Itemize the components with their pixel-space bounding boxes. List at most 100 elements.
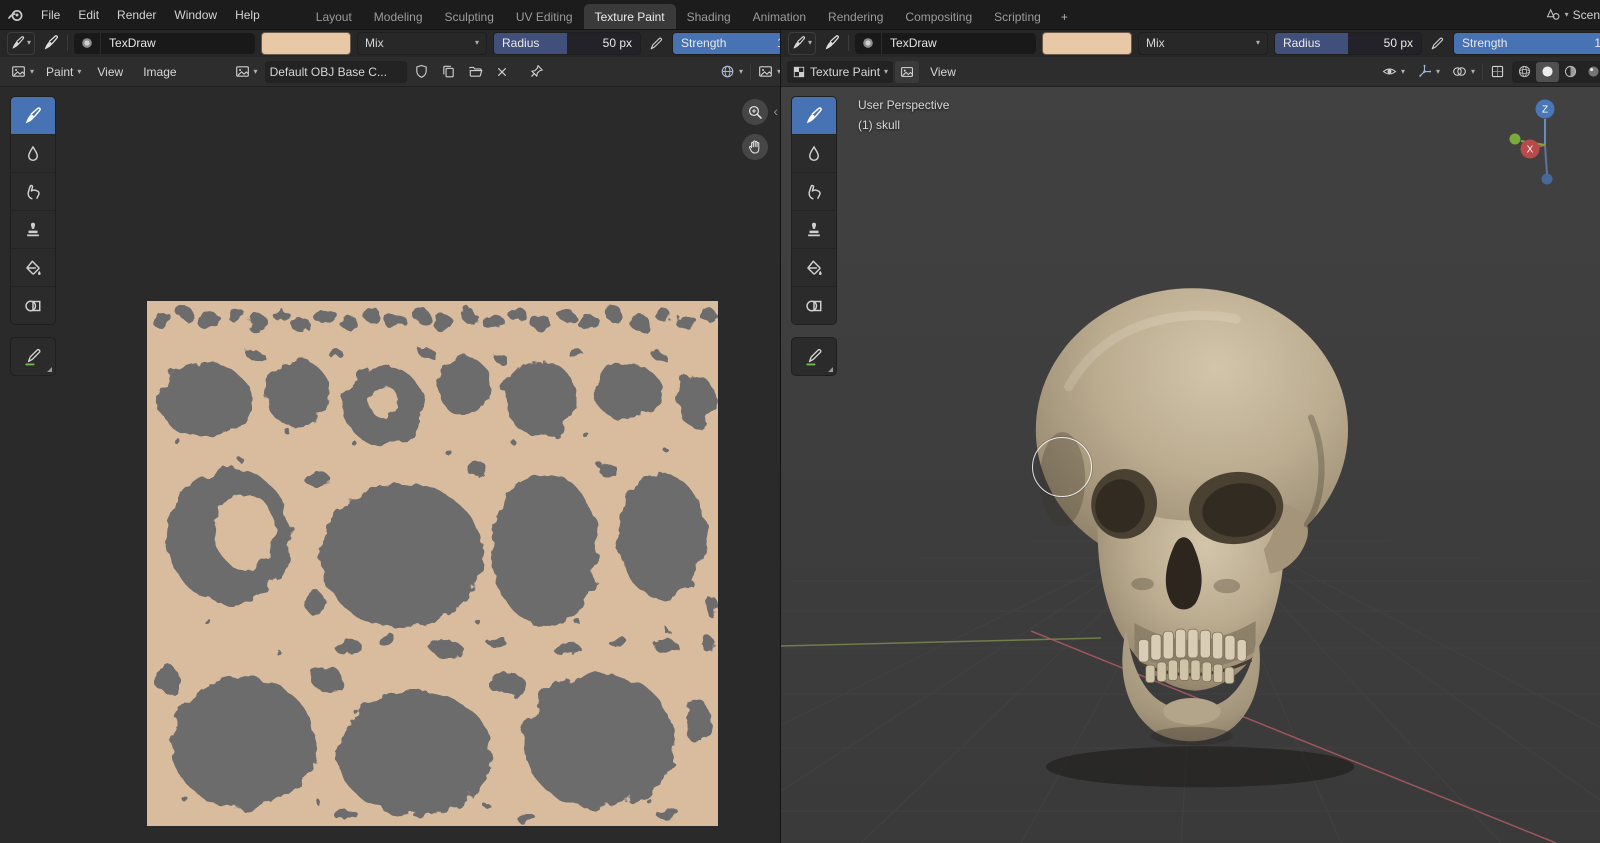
shield-icon — [414, 64, 429, 79]
shading-solid-button[interactable] — [1536, 61, 1559, 82]
menu-render[interactable]: Render — [108, 0, 165, 29]
tool-annotate-button[interactable] — [10, 337, 56, 376]
viewport-navigation-gizmo[interactable]: Z X — [1503, 95, 1587, 199]
brush-name-field[interactable]: TexDraw — [101, 32, 256, 54]
tab-sculpting[interactable]: Sculpting — [434, 4, 505, 29]
blend-mode-dropdown[interactable]: Mix ▾ — [357, 31, 488, 55]
smear-icon — [805, 183, 823, 201]
tab-texture-paint[interactable]: Texture Paint — [583, 4, 676, 29]
tab-compositing[interactable]: Compositing — [894, 4, 983, 29]
fake-user-toggle[interactable] — [409, 61, 434, 83]
tab-rendering[interactable]: Rendering — [817, 4, 894, 29]
overlays-dropdown[interactable]: ▾ — [1447, 61, 1480, 83]
image-name-text: Default OBJ Base C... — [269, 64, 387, 79]
image-icon — [235, 64, 250, 79]
shading-wireframe-button[interactable] — [1513, 62, 1536, 82]
texture-paint-mode-icon — [792, 65, 806, 79]
image-icon — [900, 65, 914, 79]
brush-preview-button[interactable] — [74, 32, 102, 54]
fill-bucket-icon — [805, 259, 823, 277]
paint-color-swatch[interactable] — [1042, 31, 1133, 55]
object-visibility-dropdown[interactable]: ▾ — [1377, 61, 1410, 83]
open-image-button[interactable] — [463, 61, 488, 83]
menu-window[interactable]: Window — [165, 0, 226, 29]
brush-preview-button[interactable] — [855, 32, 883, 54]
shading-rendered-button[interactable] — [1582, 62, 1600, 82]
pin-image-toggle[interactable] — [524, 61, 549, 83]
menu-view[interactable]: View — [921, 65, 965, 79]
tab-modeling[interactable]: Modeling — [363, 4, 434, 29]
active-tool-dropdown[interactable]: ▾ — [788, 31, 817, 55]
tab-shading[interactable]: Shading — [676, 4, 742, 29]
tool-fill-button[interactable] — [792, 249, 836, 287]
solid-sphere-icon — [1540, 64, 1555, 79]
texture-canvas[interactable] — [147, 301, 718, 826]
xray-toggle[interactable] — [1485, 61, 1510, 83]
tool-clone-button[interactable] — [11, 211, 55, 249]
tool-smear-button[interactable] — [11, 173, 55, 211]
texture-slot-button[interactable] — [895, 60, 920, 83]
chevron-down-icon: ▾ — [884, 66, 889, 76]
gizmos-dropdown[interactable]: ▾ — [1412, 61, 1445, 83]
sidebar-collapse-arrow[interactable]: ‹ — [773, 103, 778, 119]
tool-draw-button[interactable] — [11, 97, 55, 135]
chevron-down-icon: ▾ — [808, 38, 813, 47]
tool-smear-button[interactable] — [792, 173, 836, 211]
editor-type-dropdown[interactable]: ▾ — [6, 61, 39, 83]
blender-menu-button[interactable] — [0, 6, 32, 24]
add-workspace-button[interactable]: + — [1052, 4, 1077, 29]
radius-pressure-toggle[interactable] — [1428, 33, 1447, 54]
brush-datablock-icon-button[interactable] — [822, 33, 842, 54]
blend-mode-dropdown[interactable]: Mix ▾ — [1138, 31, 1269, 55]
duplicate-image-button[interactable] — [436, 61, 461, 83]
tab-uv-editing[interactable]: UV Editing — [505, 4, 584, 29]
image-datablock-name[interactable]: Default OBJ Base C... — [264, 60, 407, 83]
brush-tool-icon — [11, 36, 25, 50]
tool-mask-button[interactable] — [792, 287, 836, 324]
browse-image-dropdown[interactable]: ▾ — [230, 61, 263, 83]
tool-draw-button[interactable] — [792, 97, 836, 135]
tool-soften-button[interactable] — [792, 135, 836, 173]
chevron-down-icon: ▾ — [1256, 38, 1261, 47]
image-editor: ‹ — [0, 86, 780, 843]
gizmo-neg-z-ball — [1541, 173, 1553, 185]
image-icon — [758, 64, 773, 79]
radius-pressure-toggle[interactable] — [647, 33, 666, 54]
editor-mode-dropdown[interactable]: Paint ▾ — [41, 61, 86, 83]
menu-help[interactable]: Help — [226, 0, 269, 29]
tab-animation[interactable]: Animation — [742, 4, 817, 29]
eye-icon — [1382, 64, 1397, 79]
menu-edit[interactable]: Edit — [69, 0, 108, 29]
xray-icon — [1490, 64, 1505, 79]
strength-slider[interactable]: Strength 1.0 — [1453, 31, 1600, 55]
radius-slider[interactable]: Radius 50 px — [493, 31, 642, 55]
interaction-mode-dropdown[interactable]: Texture Paint ▾ — [787, 60, 894, 83]
strength-slider[interactable]: Strength 1. — [672, 31, 794, 55]
shading-material-button[interactable] — [1559, 62, 1582, 82]
pan-button[interactable] — [742, 134, 768, 160]
menu-view[interactable]: View — [88, 65, 132, 79]
paint-color-swatch[interactable] — [261, 31, 352, 55]
tab-scripting[interactable]: Scripting — [983, 4, 1052, 29]
editor-divider[interactable] — [780, 29, 781, 843]
viewport-3d[interactable]: User Perspective (1) skull Z X — [781, 86, 1600, 843]
radius-slider[interactable]: Radius 50 px — [1274, 31, 1423, 55]
menu-file[interactable]: File — [32, 0, 69, 29]
tool-clone-button[interactable] — [792, 211, 836, 249]
scene-selector[interactable]: ▾ Scen — [1538, 0, 1600, 29]
tool-annotate-button[interactable] — [791, 337, 837, 376]
unlink-image-button[interactable] — [490, 61, 514, 83]
brush-datablock-icon-button[interactable] — [41, 33, 61, 54]
zoom-button[interactable] — [742, 99, 768, 125]
uv-texture-image — [147, 301, 718, 826]
annotate-pen-icon — [805, 348, 823, 366]
tool-fill-button[interactable] — [11, 249, 55, 287]
soften-drop-icon — [24, 145, 42, 163]
brush-name-field[interactable]: TexDraw — [882, 32, 1037, 54]
menu-image[interactable]: Image — [134, 65, 185, 79]
display-channels-dropdown[interactable]: ▾ — [715, 61, 748, 83]
active-tool-dropdown[interactable]: ▾ — [7, 31, 36, 55]
tab-layout[interactable]: Layout — [305, 4, 363, 29]
tool-soften-button[interactable] — [11, 135, 55, 173]
tool-mask-button[interactable] — [11, 287, 55, 324]
